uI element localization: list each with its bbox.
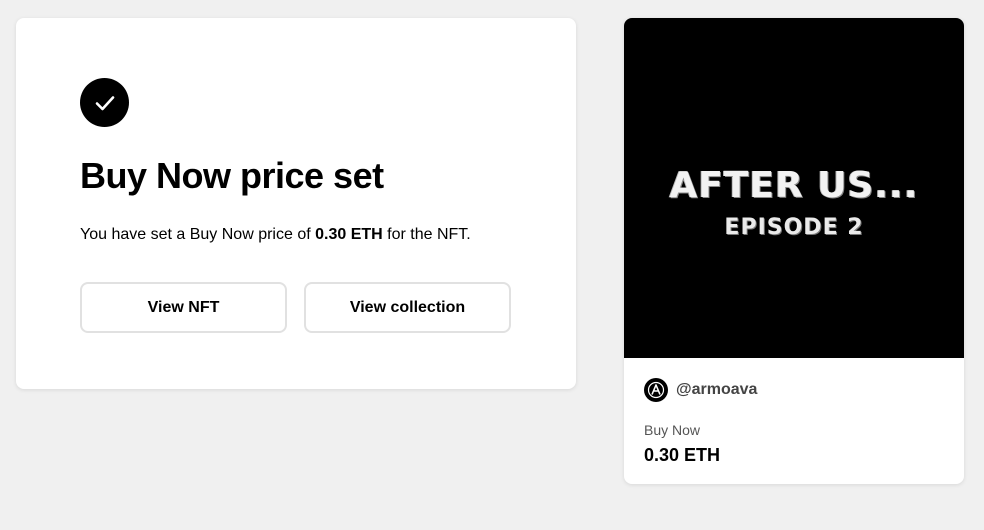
nft-info: @armoava Buy Now 0.30 ETH xyxy=(624,358,964,466)
artwork-subtitle: EPISODE 2 xyxy=(724,215,864,240)
creator-logo-icon xyxy=(647,381,665,399)
page-title: Buy Now price set xyxy=(80,155,384,196)
check-icon xyxy=(80,78,129,127)
nft-artwork[interactable]: AFTER US... EPISODE 2 xyxy=(624,18,964,358)
view-collection-button[interactable]: View collection xyxy=(304,282,511,333)
page: Buy Now price set You have set a Buy Now… xyxy=(0,0,984,530)
confirmation-message: You have set a Buy Now price of 0.30 ETH… xyxy=(80,225,512,245)
confirmation-card: Buy Now price set You have set a Buy Now… xyxy=(16,18,576,389)
message-prefix: You have set a Buy Now price of xyxy=(80,226,316,243)
artwork-title: AFTER US... xyxy=(669,165,919,206)
view-nft-button[interactable]: View NFT xyxy=(80,282,287,333)
nft-card[interactable]: AFTER US... EPISODE 2 @armoava Buy Now 0… xyxy=(624,18,964,484)
price-value: 0.30 ETH xyxy=(644,445,721,465)
message-suffix: for the NFT. xyxy=(382,226,471,243)
action-buttons: View NFT View collection xyxy=(80,282,512,333)
price-label: Buy Now xyxy=(644,422,701,438)
message-price: 0.30 ETH xyxy=(315,226,383,243)
creator-row[interactable]: @armoava xyxy=(644,378,944,402)
creator-handle[interactable]: @armoava xyxy=(676,381,757,399)
creator-avatar[interactable] xyxy=(644,378,668,402)
